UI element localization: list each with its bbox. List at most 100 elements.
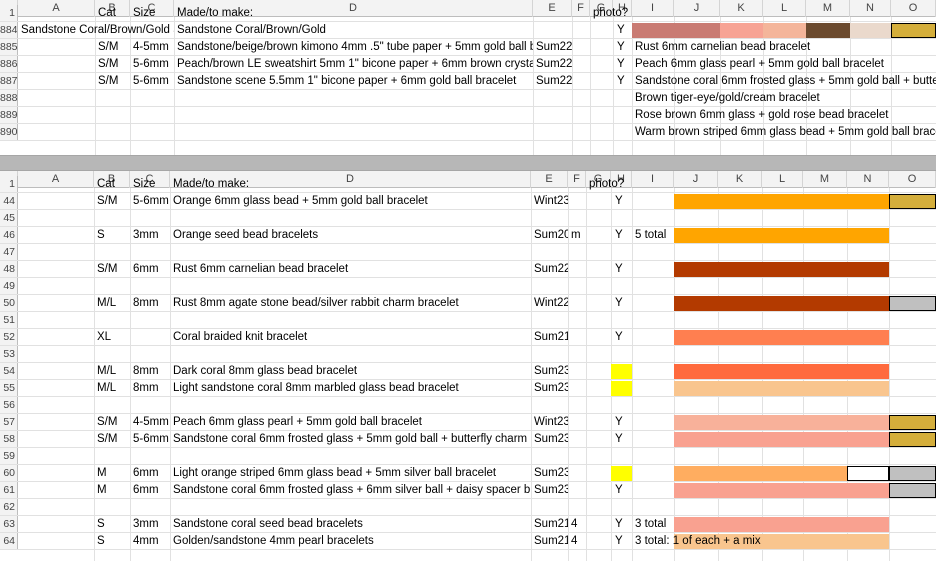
cell-h[interactable]: Y [611,516,632,532]
row-header[interactable]: 47 [0,244,18,260]
cell-e[interactable]: Sum21 [531,329,568,345]
cell-i[interactable]: Sandstone coral 6mm frosted glass + 5mm … [632,73,936,89]
cell-d[interactable]: Rust 8mm agate stone bead/silver rabbit … [170,295,531,311]
size-header[interactable]: Size [130,5,174,21]
row-header[interactable]: 49 [0,278,18,294]
cell-d[interactable]: Light sandstone coral 8mm marbled glass … [170,380,531,396]
row-header[interactable]: 885 [0,39,18,55]
row-header[interactable]: 54 [0,363,18,379]
cell-h[interactable]: Y [611,482,632,498]
cell-e[interactable]: Sum20 [531,227,568,243]
cell-h[interactable]: Y [613,73,632,89]
cell-d[interactable]: Sandstone coral 6mm frosted glass + 6mm … [170,482,531,498]
cell-c[interactable]: 5-6mm [130,56,174,72]
row-header[interactable]: 886 [0,56,18,72]
row-header[interactable]: 1 [0,176,18,192]
cell-h[interactable]: Y [611,431,632,447]
cell-b[interactable]: XL [94,329,130,345]
cell-e[interactable]: Sum22 [533,73,572,89]
cell-c[interactable]: 8mm [130,380,170,396]
row-header[interactable]: 50 [0,295,18,311]
cell-h[interactable]: Y [611,295,632,311]
cell-b[interactable]: S [94,227,130,243]
cell-c[interactable]: 4mm [130,533,170,549]
cell-c[interactable]: 4-5mm [130,414,170,430]
cell-b[interactable]: S [94,516,130,532]
cell-b[interactable]: S/M [94,193,130,209]
row-header[interactable]: 889 [0,107,18,123]
cell-b[interactable]: S/M [94,261,130,277]
cell-c[interactable]: 5-6mm [130,431,170,447]
cell-h[interactable]: Y [611,261,632,277]
cell-e[interactable]: Sum21 [531,533,568,549]
cell-d[interactable]: Rust 6mm carnelian bead bracelet [170,261,531,277]
cell-h[interactable]: Y [613,22,632,38]
cell-e[interactable]: Wint23 [531,193,568,209]
photo-header[interactable]: photo? [586,176,646,192]
cell-b[interactable]: S/M [95,39,130,55]
cell-i[interactable]: Rust 6mm carnelian bead bracelet [632,39,936,55]
row-header[interactable]: 887 [0,73,18,89]
cell-h[interactable]: Y [611,414,632,430]
row-header[interactable]: 61 [0,482,18,498]
row-header[interactable]: 55 [0,380,18,396]
cell-c[interactable]: 6mm [130,482,170,498]
row-header[interactable]: 52 [0,329,18,345]
row-header[interactable]: 57 [0,414,18,430]
photo-header[interactable]: photo? [590,5,650,21]
cell-d[interactable]: Sandstone coral seed bead bracelets [170,516,531,532]
cell-e[interactable]: Sum23 [531,363,568,379]
cell-d[interactable]: Coral braided knit bracelet [170,329,531,345]
row-header[interactable]: 56 [0,397,18,413]
row-header[interactable]: 888 [0,90,18,106]
cell-i[interactable]: 3 total [632,516,936,532]
cell-f[interactable]: 4 [568,533,586,549]
cell-d[interactable]: Sandstone scene 5.5mm 1" bicone paper + … [174,73,533,89]
cell-b[interactable]: M [94,482,130,498]
cell-e[interactable]: Sum21 [531,516,568,532]
cell-f[interactable]: m [568,227,586,243]
row-header[interactable]: 64 [0,533,18,549]
cell-e[interactable]: Sum22 [531,261,568,277]
row-header[interactable]: 62 [0,499,18,515]
row-header[interactable]: 884 [0,22,18,38]
cell-e[interactable]: Sum23 [531,465,568,481]
row-header[interactable]: 59 [0,448,18,464]
cell-c[interactable]: 5-6mm [130,193,170,209]
cell-d[interactable]: Sandstone Coral/Brown/Gold [174,22,533,38]
cell-b[interactable]: S [94,533,130,549]
cell-d[interactable]: Golden/sandstone 4mm pearl bracelets [170,533,531,549]
row-header[interactable]: 46 [0,227,18,243]
cell-b[interactable]: M/L [94,363,130,379]
row-header[interactable]: 890 [0,124,18,140]
row-header[interactable]: 53 [0,346,18,362]
row-header[interactable]: 45 [0,210,18,226]
cell-d[interactable]: Sandstone/beige/brown kimono 4mm .5" tub… [174,39,533,55]
row-header[interactable]: 63 [0,516,18,532]
cell-d[interactable]: Orange 6mm glass bead + 5mm gold ball br… [170,193,531,209]
cell-c[interactable]: 5-6mm [130,73,174,89]
cell-b[interactable]: S/M [94,431,130,447]
cell-c[interactable]: 8mm [130,295,170,311]
cell-e[interactable]: Sum22 [533,56,572,72]
cell-a[interactable]: Sandstone Coral/Brown/Gold Se [18,22,174,38]
cat-header[interactable]: Cat [94,176,130,192]
cell-e[interactable]: Sum23 [531,482,568,498]
cell-e[interactable]: Sum22 [533,39,572,55]
cell-c[interactable]: 3mm [130,516,170,532]
cell-b[interactable]: S/M [95,73,130,89]
size-header[interactable]: Size [130,176,170,192]
cell-d[interactable]: Peach/brown LE sweatshirt 5mm 1" bicone … [174,56,533,72]
cell-i[interactable]: 5 total [632,227,936,243]
row-header[interactable]: 51 [0,312,18,328]
row-header[interactable]: 48 [0,261,18,277]
cell-h[interactable]: Y [611,227,632,243]
row-header[interactable]: 44 [0,193,18,209]
split-bar[interactable] [0,155,936,171]
row-header[interactable]: 58 [0,431,18,447]
cell-i[interactable]: Rose brown 6mm glass + gold rose bead br… [632,107,936,123]
cell-h[interactable]: Y [611,193,632,209]
cell-d[interactable]: Dark coral 8mm glass bead bracelet [170,363,531,379]
cell-b[interactable]: M/L [94,295,130,311]
cell-h[interactable]: Y [613,39,632,55]
